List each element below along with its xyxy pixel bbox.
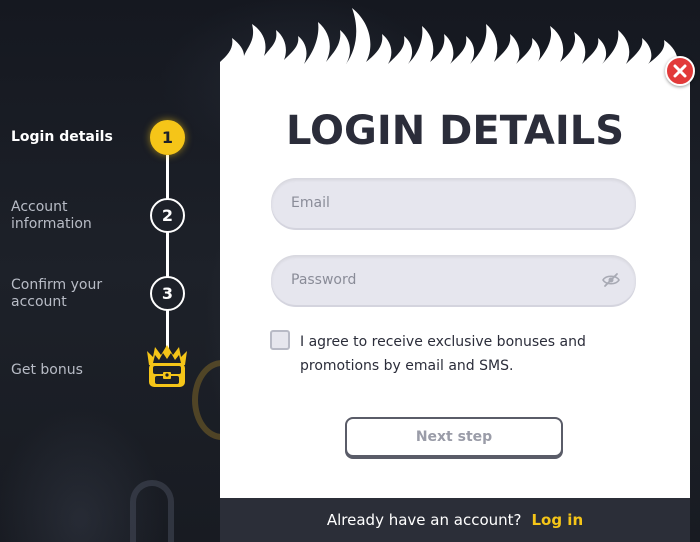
agree-label: I agree to receive exclusive bonuses and… <box>300 334 586 374</box>
step-label-line: account <box>11 294 67 310</box>
close-button[interactable] <box>665 56 695 86</box>
step-label-line: Confirm your <box>11 277 103 293</box>
eye-slash-icon[interactable] <box>602 272 620 288</box>
step-label-get-bonus: Get bonus <box>11 362 83 378</box>
step-2-indicator: 2 <box>150 198 185 233</box>
modal-title: LOGIN DETAILS <box>285 108 625 154</box>
password-input[interactable] <box>291 272 591 288</box>
password-field[interactable] <box>271 255 636 305</box>
email-input[interactable] <box>291 195 591 211</box>
step-3-indicator: 3 <box>150 276 185 311</box>
treasure-chest-fire-icon <box>147 345 187 387</box>
step-label-account-information: Account information <box>11 199 92 233</box>
step-label-line: information <box>11 216 92 232</box>
step-label-confirm-account: Confirm your account <box>11 277 102 311</box>
step-label-line: Account <box>11 199 68 215</box>
agree-checkbox[interactable] <box>270 330 290 350</box>
step-connector <box>166 155 169 200</box>
step-label-login-details: Login details <box>11 129 113 145</box>
email-field[interactable] <box>271 178 636 228</box>
modal-footer: Already have an account? Log in <box>220 498 690 542</box>
footer-question: Already have an account? <box>326 511 522 529</box>
login-link[interactable]: Log in <box>531 511 583 529</box>
close-icon <box>673 64 687 78</box>
registration-stepper: Login details 1 Account information 2 Co… <box>0 0 220 542</box>
step-1-indicator: 1 <box>150 120 185 155</box>
next-step-button[interactable]: Next step <box>345 417 563 457</box>
flames-decoration <box>220 8 690 80</box>
step-connector <box>166 232 169 277</box>
